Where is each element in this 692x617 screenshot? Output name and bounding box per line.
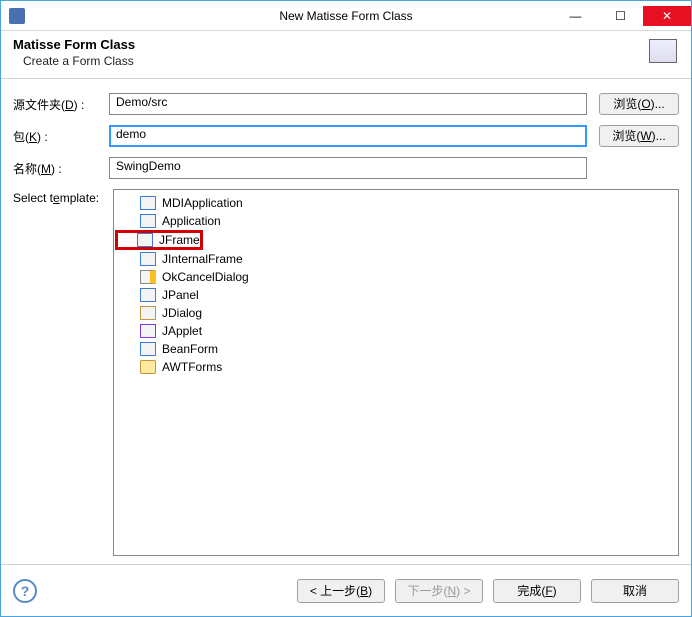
app-icon xyxy=(140,342,156,356)
dialog-icon xyxy=(140,306,156,320)
template-item-label: MDIApplication xyxy=(162,196,243,210)
app-icon xyxy=(140,196,156,210)
package-label: 包(K) : xyxy=(13,128,109,145)
template-tree[interactable]: MDIApplication Application JFrame JInternal… xyxy=(113,189,679,556)
browse-source-button[interactable]: 浏览(O)... xyxy=(599,93,679,115)
template-item[interactable]: OkCancelDialog xyxy=(118,268,674,286)
template-item[interactable]: BeanForm xyxy=(118,340,674,358)
titlebar: New Matisse Form Class — ☐ ✕ xyxy=(1,1,691,31)
browse-package-button[interactable]: 浏览(W)... xyxy=(599,125,679,147)
template-item-label: JPanel xyxy=(162,288,199,302)
maximize-button[interactable]: ☐ xyxy=(598,6,643,26)
cancel-button[interactable]: 取消 xyxy=(591,579,679,603)
app-icon xyxy=(140,252,156,266)
dialog-window: New Matisse Form Class — ☐ ✕ Matisse For… xyxy=(0,0,692,617)
next-button[interactable]: 下一步(N) > xyxy=(395,579,483,603)
source-folder-row: 源文件夹(D) : Demo/src 浏览(O)... xyxy=(13,93,679,115)
page-subtitle: Create a Form Class xyxy=(23,54,135,68)
template-item-label: BeanForm xyxy=(162,342,218,356)
template-item-label: JInternalFrame xyxy=(162,252,243,266)
dialog-body: 源文件夹(D) : Demo/src 浏览(O)... 包(K) : demo … xyxy=(1,79,691,564)
close-button[interactable]: ✕ xyxy=(643,6,691,26)
template-item[interactable]: AWTForms xyxy=(118,358,674,376)
package-input[interactable]: demo xyxy=(109,125,587,147)
template-item-label: JApplet xyxy=(162,324,202,338)
folder-icon xyxy=(140,360,156,374)
template-item[interactable]: JInternalFrame xyxy=(118,250,674,268)
template-item[interactable]: JPanel xyxy=(118,286,674,304)
template-item[interactable]: JFrame xyxy=(115,230,203,250)
page-title: Matisse Form Class xyxy=(13,37,135,52)
app-icon xyxy=(140,214,156,228)
name-label: 名称(M) : xyxy=(13,160,109,177)
help-icon[interactable]: ? xyxy=(13,579,37,603)
minimize-button[interactable]: — xyxy=(553,6,598,26)
applet-icon xyxy=(140,324,156,338)
template-item-label: JDialog xyxy=(162,306,202,320)
package-row: 包(K) : demo 浏览(W)... xyxy=(13,125,679,147)
app-icon xyxy=(9,8,25,24)
app-icon xyxy=(137,233,153,247)
template-label: Select template: xyxy=(13,189,109,556)
app-icon xyxy=(140,288,156,302)
back-button[interactable]: < 上一步(B) xyxy=(297,579,385,603)
name-row: 名称(M) : SwingDemo xyxy=(13,157,679,179)
template-item-label: Application xyxy=(162,214,221,228)
template-item-label: AWTForms xyxy=(162,360,222,374)
template-item[interactable]: Application xyxy=(118,212,674,230)
template-item-label: OkCancelDialog xyxy=(162,270,249,284)
template-item[interactable]: JApplet xyxy=(118,322,674,340)
form-class-icon xyxy=(649,39,677,63)
okc-icon xyxy=(140,270,156,284)
header-panel: Matisse Form Class Create a Form Class xyxy=(1,31,691,79)
template-item[interactable]: MDIApplication xyxy=(118,194,674,212)
template-item[interactable]: JDialog xyxy=(118,304,674,322)
source-folder-input[interactable]: Demo/src xyxy=(109,93,587,115)
source-folder-label: 源文件夹(D) : xyxy=(13,96,109,113)
dialog-footer: ? < 上一步(B) 下一步(N) > 完成(F) 取消 xyxy=(1,564,691,616)
window-controls: — ☐ ✕ xyxy=(553,6,691,26)
template-item-label: JFrame xyxy=(159,233,200,247)
name-input[interactable]: SwingDemo xyxy=(109,157,587,179)
finish-button[interactable]: 完成(F) xyxy=(493,579,581,603)
